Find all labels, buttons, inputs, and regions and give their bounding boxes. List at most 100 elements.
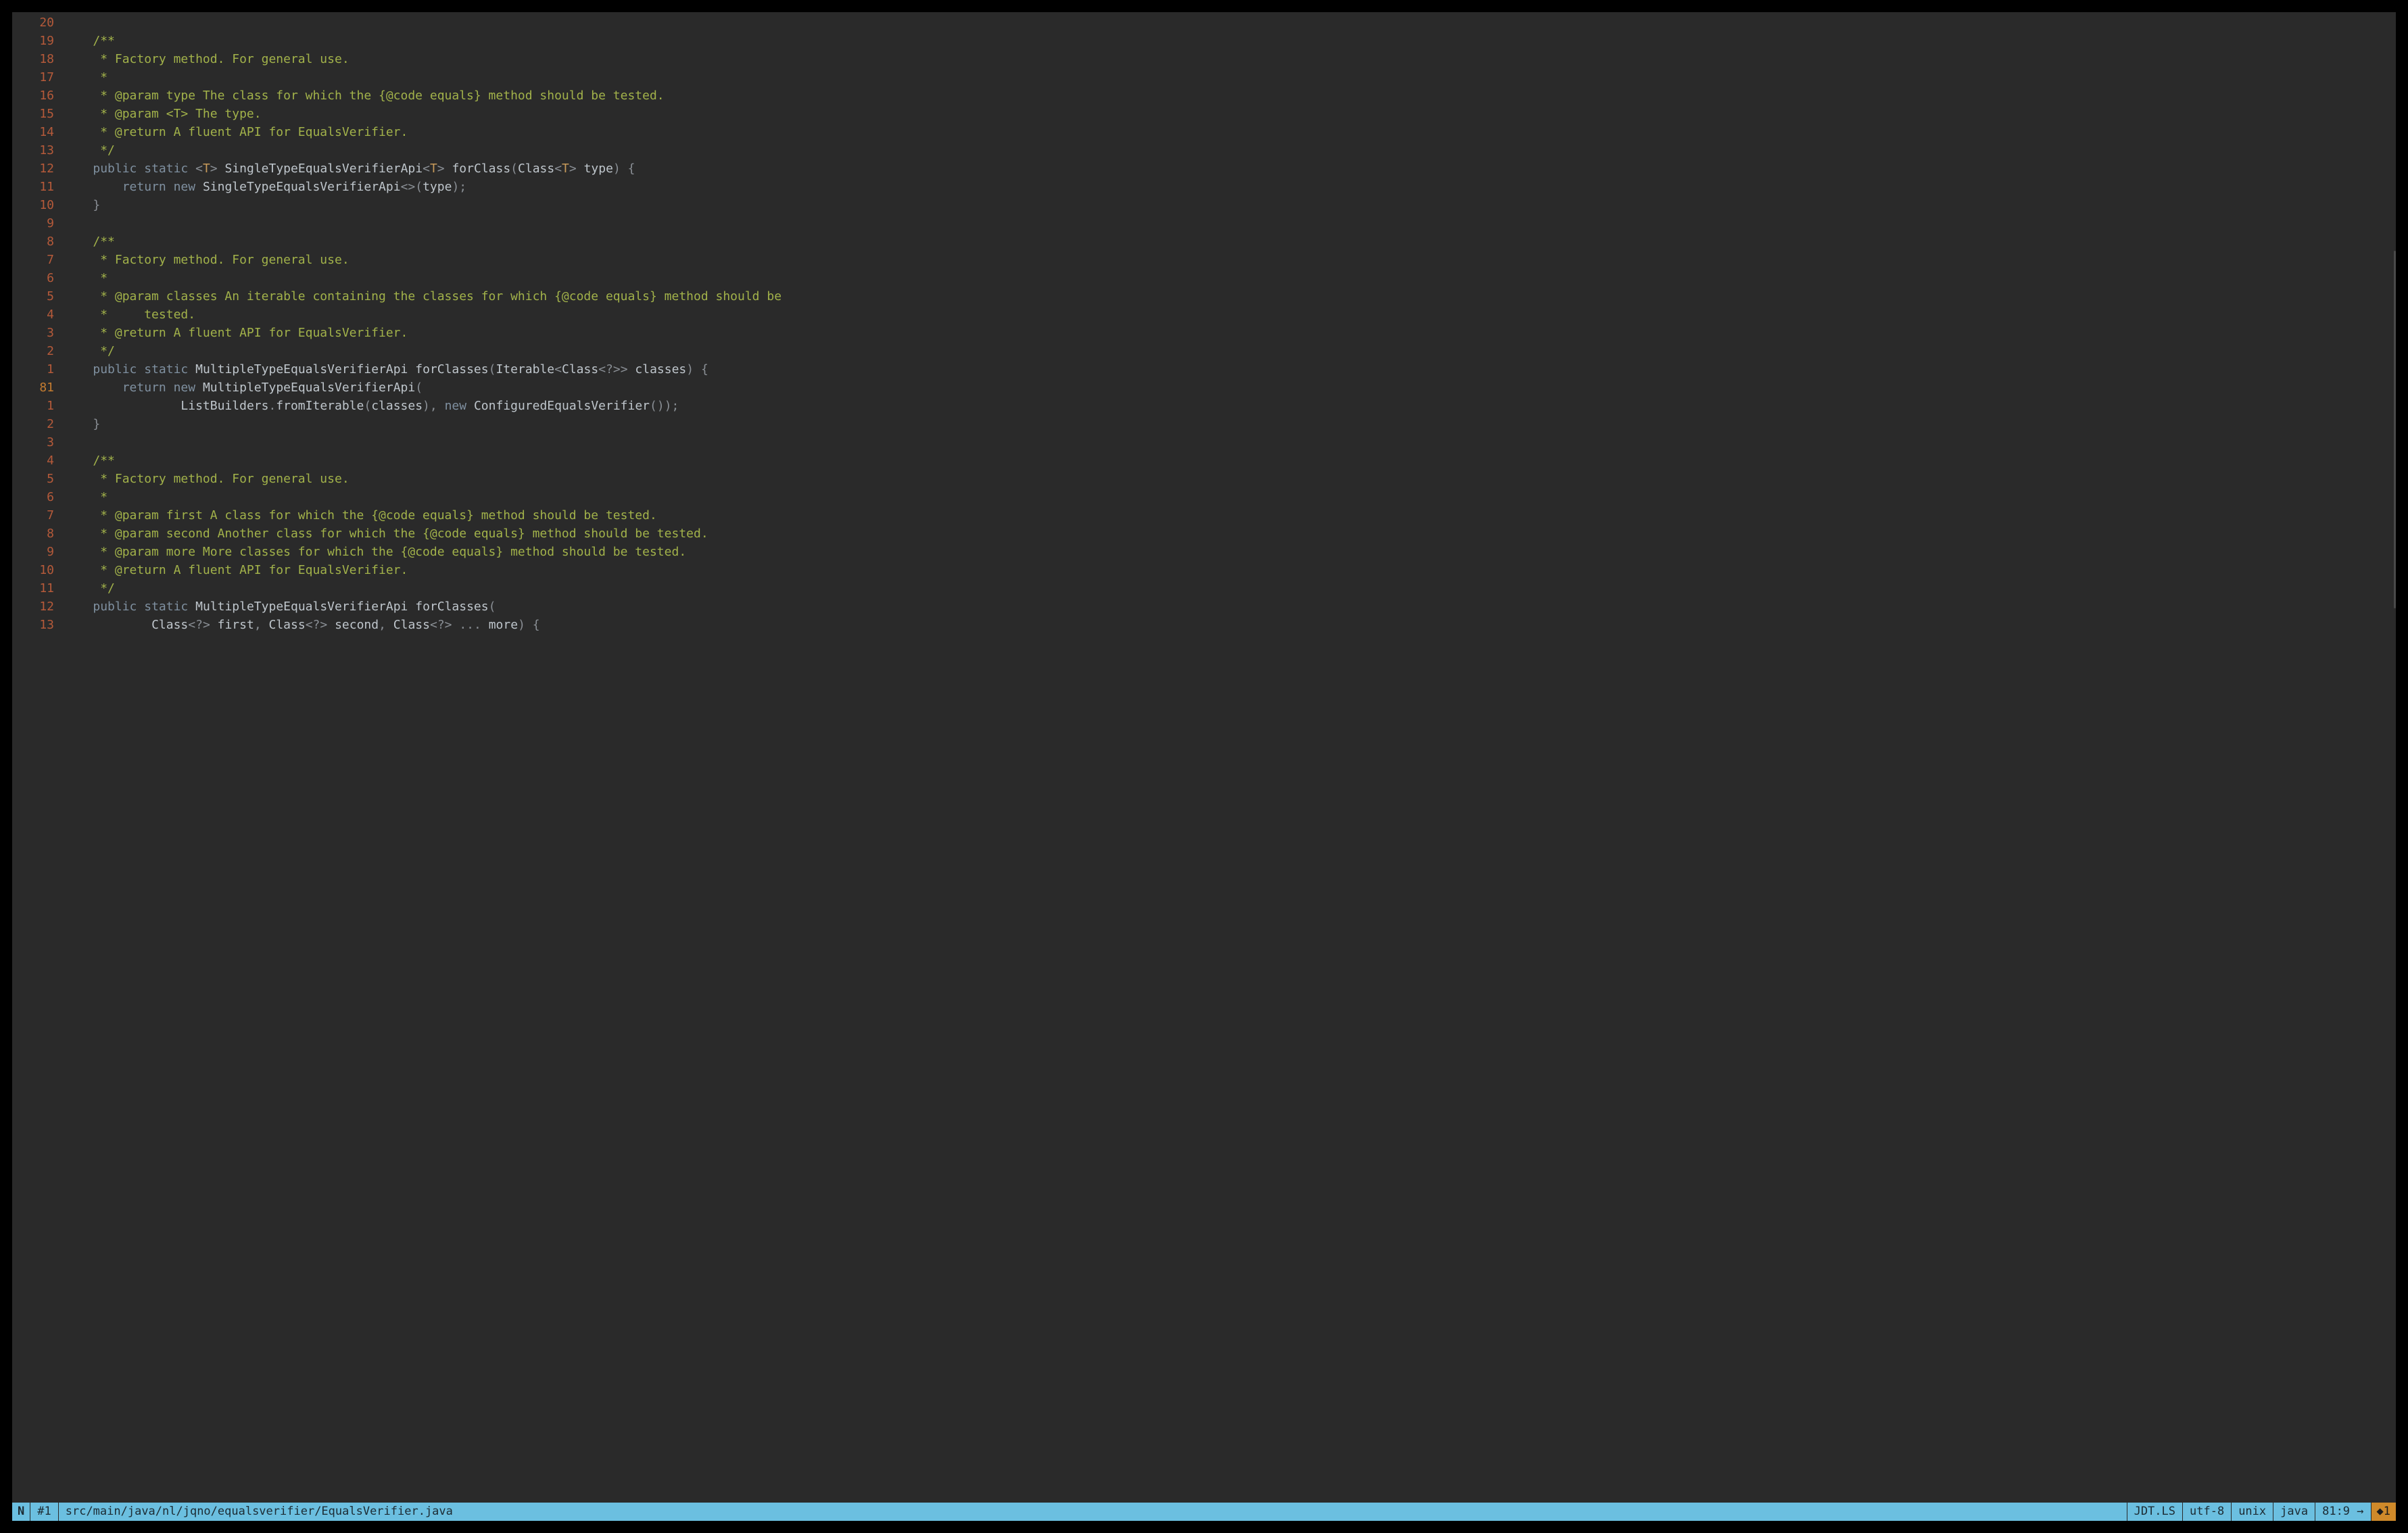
line-number-relative: 11 <box>12 178 64 196</box>
line-number-relative: 9 <box>12 543 64 561</box>
code-content[interactable]: return new SingleTypeEqualsVerifierApi<>… <box>64 178 2396 196</box>
line-number-relative: 7 <box>12 251 64 269</box>
code-line[interactable]: 11 return new SingleTypeEqualsVerifierAp… <box>12 178 2396 196</box>
code-content[interactable]: * Factory method. For general use. <box>64 470 2396 488</box>
code-line[interactable]: 12 public static <T> SingleTypeEqualsVer… <box>12 160 2396 178</box>
code-line[interactable]: 8 /** <box>12 233 2396 251</box>
code-content[interactable]: public static MultipleTypeEqualsVerifier… <box>64 360 2396 379</box>
code-content[interactable]: * @param second Another class for which … <box>64 525 2396 543</box>
line-number-relative: 1 <box>12 397 64 415</box>
line-number-relative: 11 <box>12 579 64 598</box>
code-content[interactable]: */ <box>64 579 2396 598</box>
code-line[interactable]: 11 */ <box>12 579 2396 598</box>
line-number-relative: 13 <box>12 616 64 634</box>
code-content[interactable]: /** <box>64 452 2396 470</box>
code-line[interactable]: 18 * Factory method. For general use. <box>12 50 2396 68</box>
code-line[interactable]: 3 <box>12 433 2396 452</box>
code-line[interactable]: 1 public static MultipleTypeEqualsVerifi… <box>12 360 2396 379</box>
code-line[interactable]: 9 <box>12 214 2396 233</box>
code-line[interactable]: 3 * @return A fluent API for EqualsVerif… <box>12 324 2396 342</box>
code-content[interactable]: * @param more More classes for which the… <box>64 543 2396 561</box>
code-line[interactable]: 20 <box>12 14 2396 32</box>
code-line[interactable]: 2 } <box>12 415 2396 433</box>
cursor-position: 81:9 → <box>2315 1503 2371 1521</box>
code-content[interactable]: /** <box>64 233 2396 251</box>
code-line[interactable]: 5 * Factory method. For general use. <box>12 470 2396 488</box>
encoding-indicator: utf-8 <box>2183 1503 2232 1521</box>
code-line[interactable]: 12 public static MultipleTypeEqualsVerif… <box>12 598 2396 616</box>
line-number-relative: 2 <box>12 342 64 360</box>
code-content[interactable]: } <box>64 415 2396 433</box>
code-content[interactable]: * @return A fluent API for EqualsVerifie… <box>64 324 2396 342</box>
code-line[interactable]: 7 * @param first A class for which the {… <box>12 506 2396 525</box>
file-path: src/main/java/nl/jqno/equalsverifier/Equ… <box>59 1503 2127 1521</box>
code-content[interactable]: * <box>64 68 2396 87</box>
line-number-relative: 12 <box>12 598 64 616</box>
code-line[interactable]: 13 Class<?> first, Class<?> second, Clas… <box>12 616 2396 634</box>
code-line[interactable]: 15 * @param <T> The type. <box>12 105 2396 123</box>
code-line[interactable]: 16 * @param type The class for which the… <box>12 87 2396 105</box>
code-content[interactable]: * @return A fluent API for EqualsVerifie… <box>64 123 2396 141</box>
lsp-status: JDT.LS <box>2127 1503 2183 1521</box>
code-editor[interactable]: 2019 /**18 * Factory method. For general… <box>12 12 2396 1503</box>
line-number-relative: 8 <box>12 233 64 251</box>
scrollbar-thumb[interactable] <box>2394 251 2396 608</box>
line-number-absolute: 81 <box>12 379 64 397</box>
code-content[interactable]: * @param first A class for which the {@c… <box>64 506 2396 525</box>
status-bar: N #1 src/main/java/nl/jqno/equalsverifie… <box>12 1503 2396 1521</box>
code-content[interactable]: * <box>64 488 2396 506</box>
code-content[interactable]: public static MultipleTypeEqualsVerifier… <box>64 598 2396 616</box>
code-content[interactable]: */ <box>64 141 2396 160</box>
code-line[interactable]: 1 ListBuilders.fromIterable(classes), ne… <box>12 397 2396 415</box>
code-line[interactable]: 14 * @return A fluent API for EqualsVeri… <box>12 123 2396 141</box>
code-line[interactable]: 6 * <box>12 269 2396 287</box>
code-content[interactable]: */ <box>64 342 2396 360</box>
code-line[interactable]: 17 * <box>12 68 2396 87</box>
line-number-relative: 18 <box>12 50 64 68</box>
mode-indicator: N <box>12 1503 30 1521</box>
code-line[interactable]: 7 * Factory method. For general use. <box>12 251 2396 269</box>
code-content[interactable]: ListBuilders.fromIterable(classes), new … <box>64 397 2396 415</box>
line-number-relative: 9 <box>12 214 64 233</box>
line-number-relative: 16 <box>12 87 64 105</box>
code-content[interactable]: * Factory method. For general use. <box>64 50 2396 68</box>
code-line[interactable]: 4 * tested. <box>12 306 2396 324</box>
code-line[interactable]: 9 * @param more More classes for which t… <box>12 543 2396 561</box>
code-line[interactable]: 2 */ <box>12 342 2396 360</box>
line-number-relative: 6 <box>12 269 64 287</box>
code-line[interactable]: 8 * @param second Another class for whic… <box>12 525 2396 543</box>
code-line[interactable]: 10 } <box>12 196 2396 214</box>
line-number-relative: 10 <box>12 196 64 214</box>
code-content[interactable]: * <box>64 269 2396 287</box>
code-line[interactable]: 6 * <box>12 488 2396 506</box>
code-content[interactable]: public static <T> SingleTypeEqualsVerifi… <box>64 160 2396 178</box>
code-line[interactable]: 10 * @return A fluent API for EqualsVeri… <box>12 561 2396 579</box>
code-content[interactable]: } <box>64 196 2396 214</box>
line-number-relative: 7 <box>12 506 64 525</box>
code-content[interactable]: * @return A fluent API for EqualsVerifie… <box>64 561 2396 579</box>
line-number-relative: 3 <box>12 433 64 452</box>
code-content[interactable]: * @param type The class for which the {@… <box>64 87 2396 105</box>
code-line[interactable]: 13 */ <box>12 141 2396 160</box>
code-line[interactable]: 19 /** <box>12 32 2396 50</box>
code-content[interactable]: * tested. <box>64 306 2396 324</box>
code-line[interactable]: 5 * @param classes An iterable containin… <box>12 287 2396 306</box>
code-content[interactable]: Class<?> first, Class<?> second, Class<?… <box>64 616 2396 634</box>
code-content[interactable]: * Factory method. For general use. <box>64 251 2396 269</box>
code-content[interactable]: * @param <T> The type. <box>64 105 2396 123</box>
code-line[interactable]: 4 /** <box>12 452 2396 470</box>
line-number-relative: 8 <box>12 525 64 543</box>
diagnostics-count[interactable]: ◆1 <box>2371 1503 2396 1521</box>
line-number-relative: 19 <box>12 32 64 50</box>
code-line[interactable]: 81 return new MultipleTypeEqualsVerifier… <box>12 379 2396 397</box>
line-number-relative: 5 <box>12 287 64 306</box>
code-content[interactable]: return new MultipleTypeEqualsVerifierApi… <box>64 379 2396 397</box>
scrollbar-track[interactable] <box>2394 12 2396 1503</box>
line-number-relative: 13 <box>12 141 64 160</box>
editor-window: 2019 /**18 * Factory method. For general… <box>12 12 2396 1521</box>
code-content[interactable]: /** <box>64 32 2396 50</box>
line-number-relative: 4 <box>12 452 64 470</box>
line-number-relative: 6 <box>12 488 64 506</box>
code-content[interactable]: * @param classes An iterable containing … <box>64 287 2396 306</box>
line-number-relative: 4 <box>12 306 64 324</box>
